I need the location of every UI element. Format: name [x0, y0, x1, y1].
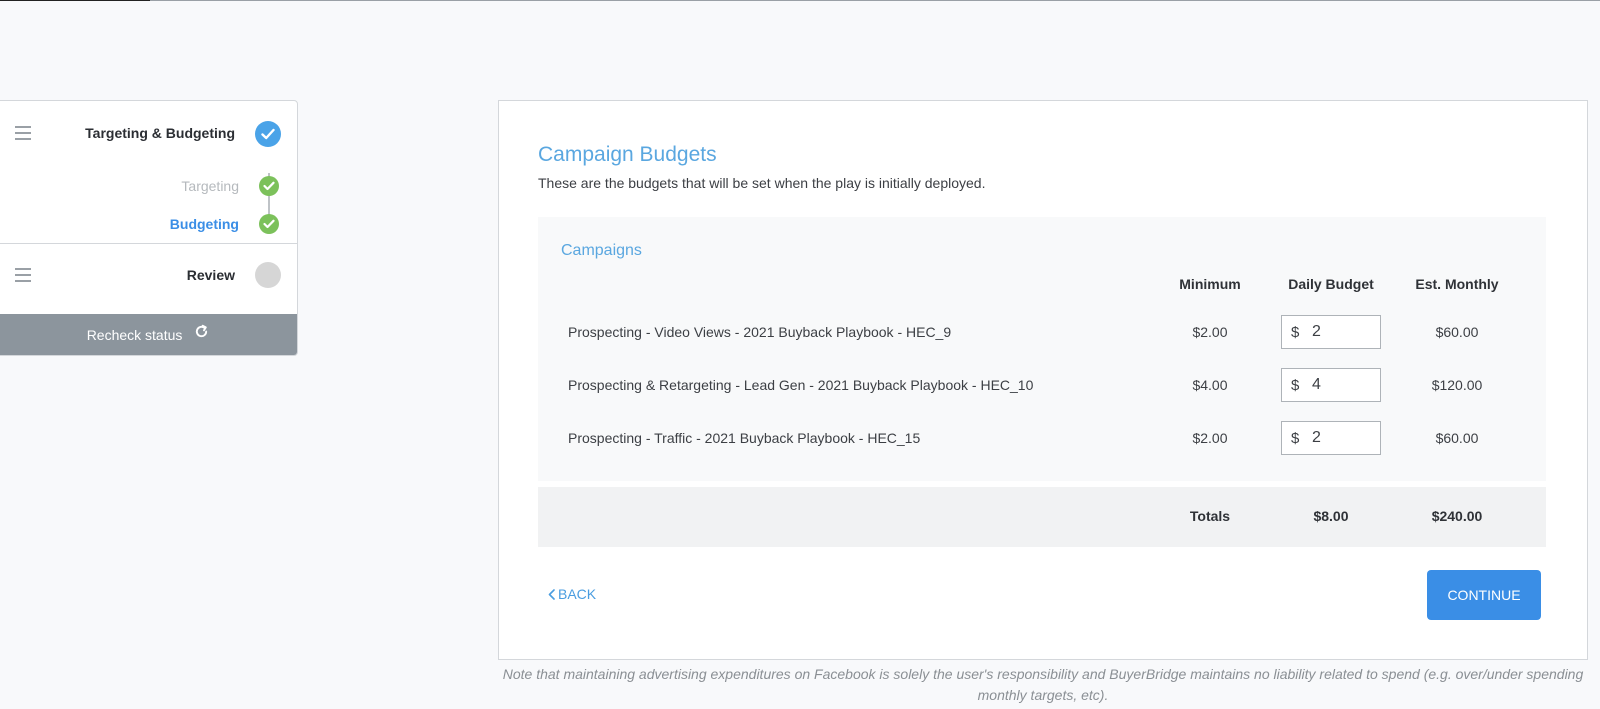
- top-border-accent: [0, 0, 150, 1]
- drag-handle-icon[interactable]: [15, 126, 31, 140]
- check-icon: [259, 176, 279, 196]
- column-header-daily-budget: Daily Budget: [1288, 276, 1374, 292]
- campaign-name: Prospecting - Video Views - 2021 Buyback…: [568, 324, 952, 340]
- table-row: Prospecting & Retargeting - Lead Gen - 2…: [538, 368, 1546, 404]
- page-subtitle: These are the budgets that will be set w…: [538, 175, 986, 191]
- step-title: Targeting & Budgeting: [85, 125, 235, 141]
- minimum-value: $2.00: [1192, 430, 1228, 446]
- back-button[interactable]: BACK: [548, 586, 596, 602]
- check-icon: [259, 214, 279, 234]
- daily-budget-input[interactable]: [1312, 374, 1372, 396]
- totals-est-monthly: $240.00: [1431, 508, 1483, 524]
- step-navigator: Targeting & Budgeting Targeting Budgetin…: [0, 100, 298, 356]
- drag-handle-icon[interactable]: [15, 268, 31, 282]
- top-border: [0, 0, 1600, 1]
- column-header-minimum: Minimum: [1179, 276, 1241, 292]
- campaign-name: Prospecting & Retargeting - Lead Gen - 2…: [568, 377, 1034, 393]
- currency-symbol: $: [1291, 324, 1300, 341]
- table-row: Prospecting - Traffic - 2021 Buyback Pla…: [538, 421, 1546, 457]
- campaign-name: Prospecting - Traffic - 2021 Buyback Pla…: [568, 430, 921, 446]
- recheck-status-label: Recheck status: [86, 327, 183, 343]
- step-complete-check-icon: [255, 121, 281, 147]
- liability-note: Note that maintaining advertising expend…: [502, 666, 1584, 703]
- est-monthly-value: $60.00: [1435, 324, 1479, 340]
- currency-symbol: $: [1291, 430, 1300, 447]
- daily-budget-field[interactable]: $: [1281, 315, 1381, 349]
- est-monthly-value: $60.00: [1435, 430, 1479, 446]
- step-pending-icon: [255, 262, 281, 288]
- substep-label: Budgeting: [169, 216, 239, 232]
- totals-daily-budget: $8.00: [1313, 508, 1349, 524]
- campaign-budgets-card: Campaign Budgets These are the budgets t…: [498, 100, 1588, 660]
- daily-budget-field[interactable]: $: [1281, 368, 1381, 402]
- continue-button[interactable]: CONTINUE: [1427, 570, 1541, 620]
- daily-budget-field[interactable]: $: [1281, 421, 1381, 455]
- step-title: Review: [186, 267, 235, 283]
- step-review[interactable]: Review: [0, 252, 297, 300]
- campaigns-heading: Campaigns: [561, 242, 642, 259]
- step-divider: [0, 243, 297, 244]
- totals-label: Totals: [1189, 508, 1231, 524]
- substep-targeting[interactable]: Targeting: [0, 176, 297, 196]
- daily-budget-input[interactable]: [1312, 321, 1372, 343]
- daily-budget-input[interactable]: [1312, 427, 1372, 449]
- substep-budgeting[interactable]: Budgeting: [0, 214, 297, 234]
- totals-row: Totals $8.00 $240.00: [538, 487, 1546, 547]
- est-monthly-value: $120.00: [1431, 377, 1483, 393]
- table-row: Prospecting - Video Views - 2021 Buyback…: [538, 315, 1546, 351]
- campaigns-table: Campaigns Minimum Daily Budget Est. Mont…: [538, 217, 1546, 481]
- currency-symbol: $: [1291, 377, 1300, 394]
- column-header-est-monthly: Est. Monthly: [1415, 276, 1499, 292]
- refresh-icon: [194, 313, 209, 355]
- back-label: BACK: [558, 586, 597, 602]
- minimum-value: $4.00: [1192, 377, 1228, 393]
- step-targeting-budgeting[interactable]: Targeting & Budgeting: [0, 110, 297, 158]
- chevron-left-icon: [548, 588, 555, 600]
- page-title: Campaign Budgets: [538, 143, 717, 166]
- minimum-value: $2.00: [1192, 324, 1228, 340]
- substep-label: Targeting: [181, 178, 239, 194]
- recheck-status-button[interactable]: Recheck status: [0, 313, 297, 355]
